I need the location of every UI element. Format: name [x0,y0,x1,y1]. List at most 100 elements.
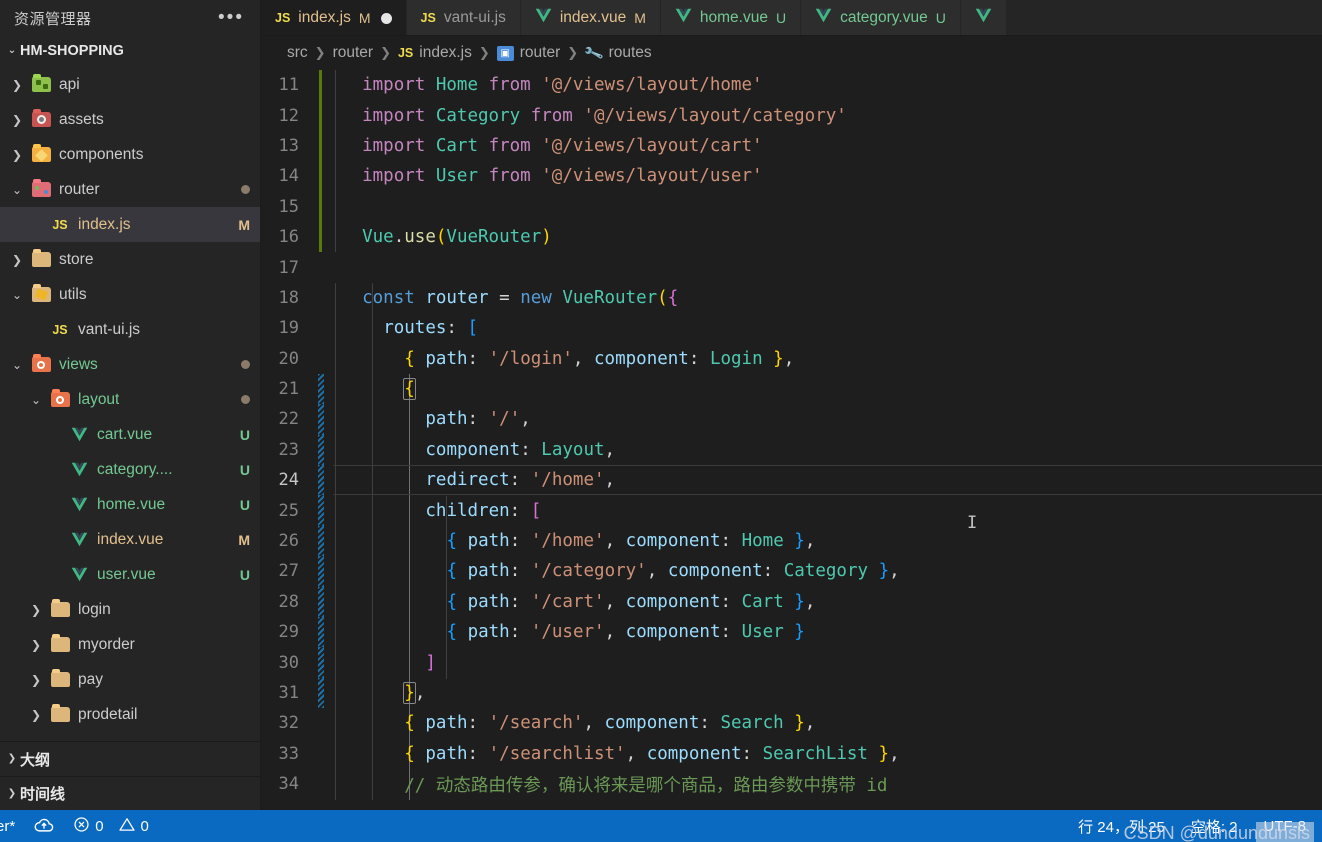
code-line-13[interactable]: 13 import Cart from '@/views/layout/cart… [261,130,1322,162]
tree-item-pay[interactable]: ❯ pay [0,662,260,697]
line-number: 11 [278,75,299,96]
more-actions-icon[interactable]: ••• [212,8,250,27]
line-number: 31 [278,683,299,703]
tree-item-user.vue[interactable]: user.vue U [0,557,260,592]
workspace-root-row[interactable]: ⌄ HM-SHOPPING [0,36,260,66]
tree-item-myorder[interactable]: ❯ myorder [0,627,260,662]
outline-panel-label: 大纲 [20,751,51,769]
tab-git-badge: M [634,10,646,26]
outline-panel-header[interactable]: ❯ 大纲 [0,742,260,776]
code-line-14[interactable]: 14 import User from '@/views/layout/user… [261,161,1322,192]
tree-item-home.vue[interactable]: home.vue U [0,487,260,522]
code-line-29[interactable]: 29 { path: '/user', component: User } [261,617,1322,648]
code-line-26[interactable]: 26 { path: '/home', component: Home }, [261,525,1322,557]
chevron-right-icon[interactable]: ❯ [25,673,47,687]
breadcrumb-item-router[interactable]: ▣ router [496,44,560,62]
tree-item-cart.vue[interactable]: cart.vue U [0,417,260,452]
chevron-right-icon[interactable]: ❯ [6,253,28,267]
tree-item-index.vue[interactable]: index.vue M [0,522,260,557]
code-line-31[interactable]: 31 }, [261,677,1322,709]
chevron-down-icon[interactable]: ⌄ [6,358,28,372]
line-number: 13 [278,135,299,156]
chevron-right-icon[interactable]: ❯ [25,638,47,652]
code-lines[interactable]: 11 import Home from '@/views/layout/home… [261,70,1322,799]
cloud-upload-icon[interactable] [33,818,55,834]
line-number: 27 [278,561,299,582]
tree-item-components[interactable]: ❯ components [0,137,260,172]
selection-gutter-marker [318,586,324,618]
code-line-22[interactable]: 22 path: '/', [261,404,1322,435]
breadcrumb-item-routes[interactable]: 🔧 routes [583,42,652,63]
indentation-status[interactable]: 空格: 2 [1191,816,1238,837]
code-line-11[interactable]: 11 import Home from '@/views/layout/home… [261,70,1322,101]
code-editor[interactable]: 11 import Home from '@/views/layout/home… [261,70,1322,810]
git-status-badge: U [239,461,250,478]
tree-item-utils[interactable]: ⌄ utils [0,277,260,312]
code-line-12[interactable]: 12 import Category from '@/views/layout/… [261,100,1322,131]
code-line-25[interactable]: 25 children: [ [261,495,1322,526]
code-line-18[interactable]: 18 const router = new VueRouter({ [261,283,1322,313]
editor-tab-index-vue[interactable]: index.vue M [520,0,661,35]
tree-item-prodetail[interactable]: ❯ prodetail [0,697,260,732]
editor-tab-category-vue[interactable]: category.vue U [801,0,961,35]
breadcrumb-item-index-js[interactable]: JS index.js [398,44,472,62]
cursor-position-status[interactable]: 行 24，列 25 [1078,816,1165,837]
line-content: Vue.use(VueRouter) [362,227,552,248]
line-content: children: [ [425,500,542,521]
breadcrumb-item-router[interactable]: router [333,44,374,62]
code-line-21[interactable]: 21 { [261,373,1322,405]
code-line-20[interactable]: 20 { path: '/login', component: Login }, [261,344,1322,374]
tree-item-layout[interactable]: ⌄ layout [0,382,260,417]
tree-item-login[interactable]: ❯ login [0,592,260,627]
tree-item-router[interactable]: ⌄ router [0,172,260,207]
editor-tab-vant-ui-js[interactable]: JS vant-ui.js [406,0,521,35]
code-line-24[interactable]: 24 redirect: '/home', [261,465,1322,496]
tab-dirty-indicator[interactable] [380,12,392,24]
editor-tab-partial[interactable] [960,0,1007,35]
code-line-34[interactable]: 34 // 动态路由传参，确认将来是哪个商品，路由参数中携带 id [261,769,1322,799]
chevron-down-icon[interactable]: ⌄ [6,288,28,302]
chevron-right-icon[interactable]: ❯ [6,113,28,127]
breadcrumb-item-src[interactable]: src [287,44,308,62]
tree-item-assets[interactable]: ❯ assets [0,102,260,137]
modified-line-marker [319,130,322,162]
code-line-28[interactable]: 28 { path: '/cart', component: Cart }, [261,586,1322,618]
editor-tab-bar[interactable]: JS index.js M JS vant-ui.js index.vue Mhome.vu… [261,0,1322,36]
chevron-down-icon[interactable]: ⌄ [25,393,47,407]
code-line-32[interactable]: 32 { path: '/search', component: Search … [261,708,1322,738]
code-line-16[interactable]: 16 Vue.use(VueRouter) [261,221,1322,253]
editor-gutter [309,495,335,526]
chevron-down-icon[interactable]: ⌄ [6,183,28,197]
tree-item-views[interactable]: ⌄ views [0,347,260,382]
editor-gutter [309,769,335,799]
tree-item-category....[interactable]: category.... U [0,452,260,487]
chevron-right-icon[interactable]: ❯ [6,148,28,162]
problems-status[interactable]: 0 0 [73,816,149,837]
tree-item-vant-ui.js[interactable]: JS vant-ui.js [0,312,260,347]
timeline-panel-header[interactable]: ❯ 时间线 [0,776,260,810]
tree-item-api[interactable]: ❯ api [0,67,260,102]
code-line-33[interactable]: 33 { path: '/searchlist', component: Sea… [261,739,1322,769]
status-branch[interactable]: er* [0,818,15,835]
explorer-sidebar: 资源管理器 ••• ⌄ HM-SHOPPING ❯ api ❯ assets ❯ comp… [0,0,261,810]
editor-tab-home-vue[interactable]: home.vue U [660,0,802,35]
code-line-27[interactable]: 27 { path: '/category', component: Categ… [261,556,1322,587]
code-line-17[interactable]: 17 [261,252,1322,282]
chevron-right-icon[interactable]: ❯ [6,78,28,92]
code-line-15[interactable]: 15 [261,191,1322,222]
tree-item-store[interactable]: ❯ store [0,242,260,277]
chevron-right-icon[interactable]: ❯ [25,603,47,617]
code-line-19[interactable]: 19 routes: [ [261,313,1322,343]
editor-tab-index-js[interactable]: JS index.js M [261,0,407,35]
code-line-23[interactable]: 23 component: Layout, [261,434,1322,466]
tab-label: index.vue [559,9,627,26]
tab-label: home.vue [699,9,768,26]
editor-gutter [309,283,335,313]
breadcrumb[interactable]: src ❯ router ❯ JS index.js ❯ ▣ router ❯ 🔧 routes [261,36,1322,70]
file-tree[interactable]: ❯ api ❯ assets ❯ components ⌄ router JS index.js M… [0,66,260,741]
line-content: import Home from '@/views/layout/home' [362,75,763,96]
tab-file-icon [975,8,992,28]
code-line-30[interactable]: 30 ] [261,647,1322,678]
chevron-right-icon[interactable]: ❯ [25,708,47,722]
tree-item-index.js[interactable]: JS index.js M [0,207,260,242]
